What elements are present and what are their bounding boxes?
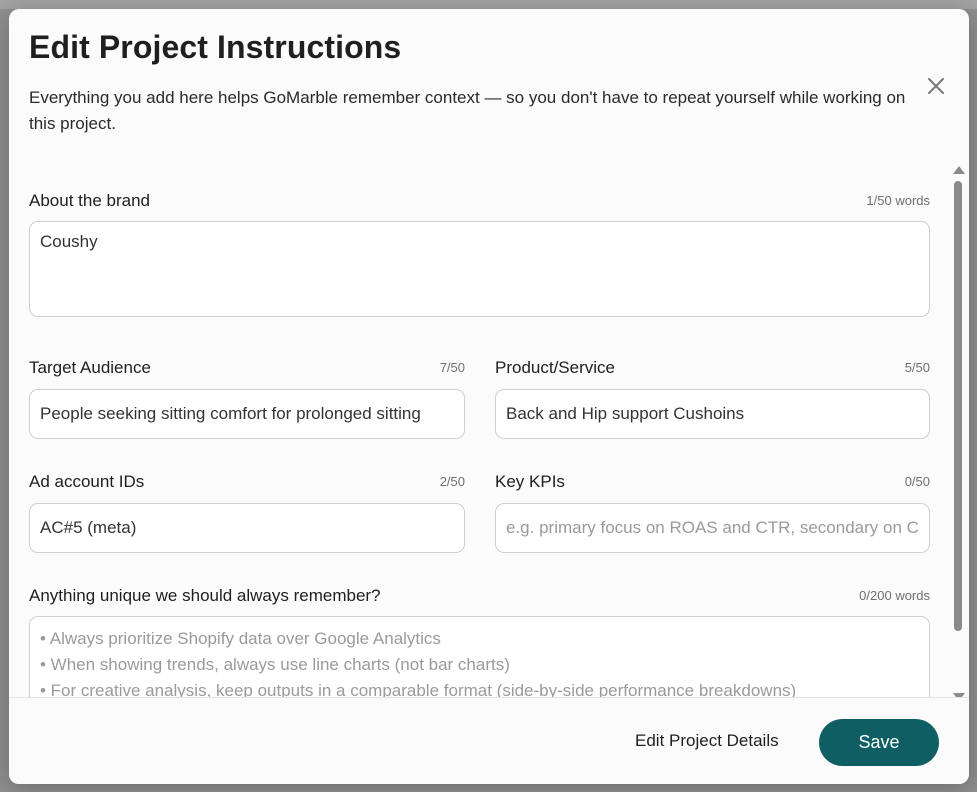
unique-notes-word-count: 0/200 words bbox=[859, 588, 930, 603]
unique-notes-input[interactable]: • Always prioritize Shopify data over Go… bbox=[29, 616, 930, 697]
modal-title: Edit Project Instructions bbox=[29, 29, 402, 65]
scroll-up-arrow-icon[interactable] bbox=[953, 166, 965, 174]
unique-notes-label: Anything unique we should always remembe… bbox=[29, 586, 381, 605]
key-kpis-word-count: 0/50 bbox=[904, 474, 930, 489]
edit-project-details-button[interactable]: Edit Project Details bbox=[635, 731, 779, 751]
scrollbar-thumb[interactable] bbox=[954, 181, 962, 631]
product-service-label: Product/Service bbox=[495, 358, 615, 377]
about-brand-label: About the brand bbox=[29, 191, 150, 210]
save-button[interactable]: Save bbox=[819, 719, 939, 766]
placeholder-line: • When showing trends, always use line c… bbox=[40, 655, 510, 674]
product-service-word-count: 5/50 bbox=[904, 360, 930, 375]
ad-account-ids-label: Ad account IDs bbox=[29, 472, 145, 491]
close-icon bbox=[928, 78, 944, 94]
placeholder-line: • Always prioritize Shopify data over Go… bbox=[40, 629, 441, 648]
instructions-form: About the brand 1/50 words Coushy Target… bbox=[9, 159, 969, 697]
modal-subtitle: Everything you add here helps GoMarble r… bbox=[29, 88, 906, 133]
modal-footer: Edit Project Details Save bbox=[9, 697, 969, 784]
about-brand-word-count: 1/50 words bbox=[866, 193, 930, 208]
target-audience-label: Target Audience bbox=[29, 358, 151, 377]
ad-account-ids-input[interactable] bbox=[29, 503, 465, 553]
backdrop bbox=[0, 0, 977, 9]
target-audience-input[interactable] bbox=[29, 389, 465, 439]
key-kpis-input[interactable] bbox=[495, 503, 930, 553]
key-kpis-label: Key KPIs bbox=[495, 472, 565, 491]
close-button[interactable] bbox=[922, 72, 950, 100]
ad-account-ids-word-count: 2/50 bbox=[439, 474, 465, 489]
placeholder-line: • For creative analysis, keep outputs in… bbox=[40, 681, 797, 697]
target-audience-word-count: 7/50 bbox=[439, 360, 465, 375]
edit-instructions-modal: Edit Project Instructions Everything you… bbox=[9, 9, 969, 784]
product-service-input[interactable] bbox=[495, 389, 930, 439]
form-scrollbar[interactable] bbox=[951, 164, 965, 701]
about-brand-input[interactable]: Coushy bbox=[29, 221, 930, 317]
